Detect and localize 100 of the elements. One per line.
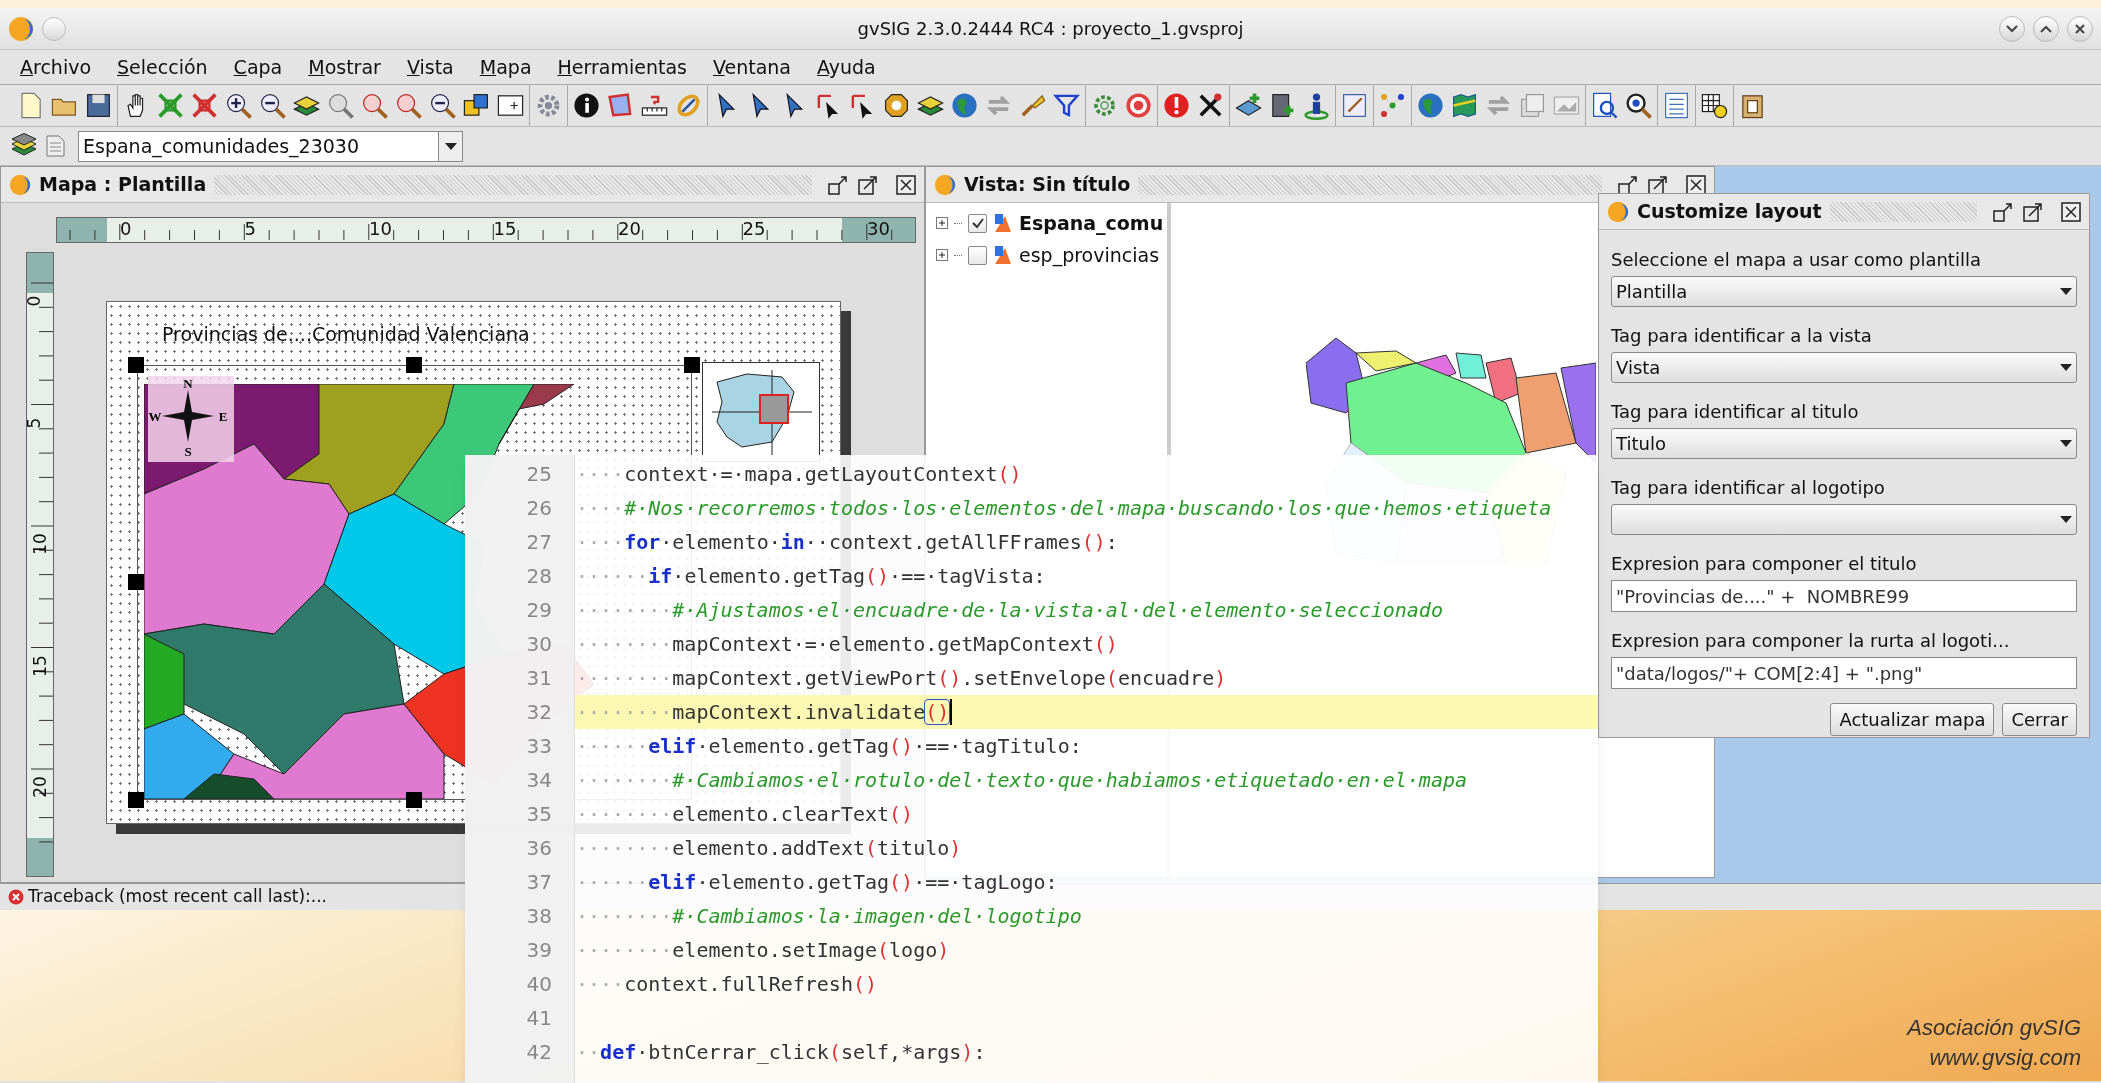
menu-item[interactable]: Mostrar [308,52,381,82]
checkbox[interactable] [968,245,987,265]
compass-letter: W [148,409,162,424]
dropdown[interactable]: Plantilla [1611,276,2077,307]
compass-letter: S [184,444,192,459]
code-line: ······if·elemento.getTag()·==·tagVista: [576,563,1046,590]
maximize-icon[interactable] [2023,201,2043,222]
caret-down-icon [2060,440,2072,447]
line-number: 39 [525,937,553,964]
link-icon[interactable] [674,91,703,120]
menu-item[interactable]: Ayuda [817,52,876,82]
line-number: 32 [525,699,553,726]
text-field[interactable]: "data/logos/"+ COM[2:4] + ".png" [1611,657,2077,689]
menu-item[interactable]: Selección [117,52,208,82]
code-line: ········elemento.clearText() [576,801,914,828]
line-number: 30 [525,631,553,658]
caret-down-icon [2060,516,2072,523]
menu-item[interactable]: Capa [233,52,283,82]
line-number: 29 [525,597,553,624]
layer-icon [993,212,1013,234]
ruler-label: 10 [369,218,392,241]
selection-handle[interactable] [128,574,144,590]
map-icon[interactable] [1450,91,1479,120]
text-cursor [950,699,953,725]
alert-icon[interactable] [1162,91,1191,120]
close-icon[interactable] [896,174,916,195]
code-line: ····context·=·mapa.getLayoutContext() [576,461,1022,488]
ruler-label: 10 [29,533,50,555]
code-line: ········#·Cambiamos·la·imagen·del·logotipo [576,903,1082,930]
zoom-out-icon[interactable] [258,91,287,120]
layer-name[interactable]: Espana_comu [1019,208,1164,238]
dropdown[interactable]: Vista [1611,352,2077,383]
menu-item[interactable]: Herramientas [557,52,687,82]
close-icon[interactable] [2061,201,2081,222]
chevron-up-icon [2040,24,2052,33]
code-line: ········#·Cambiamos·el·rotulo·del·texto·que·habiamos·etiquetado·en·el·mapa [576,767,1468,794]
logo-icon [934,173,956,196]
layer-name[interactable]: esp_provincias [1019,240,1160,270]
selection-handle[interactable] [128,357,144,373]
line-number: 35 [525,801,553,828]
dialog-button[interactable]: Cerrar [2002,703,2077,736]
arrows-icon[interactable] [156,91,185,120]
globe-icon[interactable] [950,91,979,120]
zoom-in-icon[interactable] [224,91,253,120]
octagon-icon[interactable] [882,91,911,120]
layer-dropdown[interactable]: Espana_comunidades_23030 [78,130,463,162]
menu-item[interactable]: Archivo [20,52,92,82]
table-icon[interactable] [1700,91,1729,120]
dropdown[interactable]: Titulo [1611,428,2077,459]
code-line: ········elemento.setImage(logo) [576,937,950,964]
frame-edit-icon[interactable] [1340,91,1369,120]
text-field[interactable]: "Provincias de...." + NOMBRE99 [1611,580,2077,612]
restore-icon[interactable] [1993,201,2013,222]
ruler-margin [57,218,107,242]
compass-letter: E [218,409,228,424]
dialog-button[interactable]: Actualizar mapa [1830,703,1995,736]
checkbox[interactable] [968,213,987,233]
target-icon[interactable] [1124,91,1153,120]
globe-icon[interactable] [1416,91,1445,120]
zoom-out-icon[interactable] [428,91,457,120]
dropdown[interactable] [1611,504,2077,535]
arrows-icon[interactable] [190,91,219,120]
restore-icon[interactable] [1618,174,1638,195]
menu-item[interactable]: Ventana [712,52,791,82]
selection-handle[interactable] [406,357,422,373]
maximize-button[interactable] [2033,15,2059,42]
line-number: 37 [525,869,553,896]
menu-item[interactable]: Vista [406,52,454,82]
person-icon[interactable] [1302,91,1331,120]
line-number: 25 [525,461,553,488]
code-line: ····for·elemento·in··context.getAllFFrames(): [576,529,1118,556]
code-line: ··def·btnCerrar_click(self,*args): [576,1039,986,1066]
info-icon[interactable] [572,91,601,120]
close-button[interactable] [2067,15,2093,42]
website-link[interactable]: www.gvsig.com [1929,1043,2081,1073]
error-icon [8,889,24,905]
line-number: 40 [525,971,553,998]
logo-icon [1607,200,1629,223]
minimize-button[interactable] [1999,15,2025,42]
line-number: 31 [525,665,553,692]
selection-handle[interactable] [406,792,422,808]
ruler-margin [27,838,53,876]
selection-handle[interactable] [128,792,144,808]
magnifier-icon[interactable] [1624,91,1653,120]
menu-item[interactable]: Mapa [479,52,532,82]
close-icon[interactable] [1686,174,1706,195]
code-line: ········#·Ajustamos·el·encuadre·de·la·vista·al·del·elemento·seleccionado [576,597,1443,624]
save-icon[interactable] [84,91,113,120]
expand-toggle[interactable] [936,217,948,229]
selection-handle[interactable] [684,357,700,373]
points-icon[interactable] [1378,91,1407,120]
caret-down-icon [444,142,457,150]
restore-icon[interactable] [828,174,848,195]
window-title: Customize layout [1637,199,1822,225]
maximize-icon[interactable] [1648,174,1668,195]
document-search-icon[interactable] [1590,91,1619,120]
caret-down-icon [2060,364,2072,371]
maximize-icon[interactable] [858,174,878,195]
line-number: 42 [525,1039,553,1066]
expand-toggle[interactable] [936,249,948,261]
